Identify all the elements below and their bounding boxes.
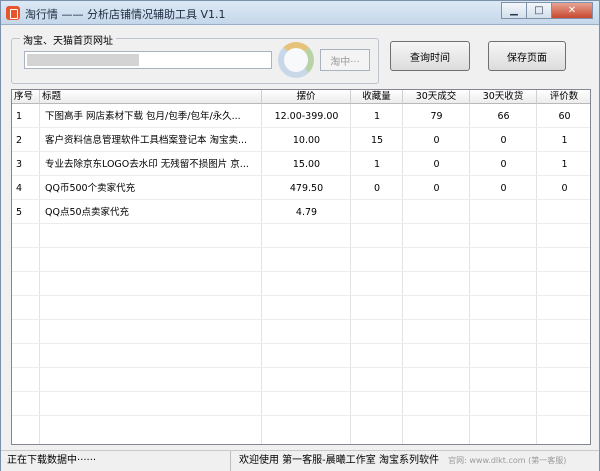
table-cell: 479.50 xyxy=(289,183,324,194)
window-controls: ▁ □ ✕ xyxy=(501,2,593,19)
table-cell: 0 xyxy=(373,183,381,194)
table-cell: 79 xyxy=(430,111,443,122)
table-cell: 0 xyxy=(500,183,507,194)
table-cell: 0 xyxy=(433,159,440,170)
table-cell[interactable]: QQ点50点卖家代充 xyxy=(45,201,259,224)
status-text: 正在下载数据中······ xyxy=(1,451,231,471)
url-groupbox: 淘宝、天猫首页网址 淘中··· xyxy=(11,32,379,84)
table-cell: 1 xyxy=(16,111,23,122)
grid-line xyxy=(12,271,590,272)
table-cell: 4 xyxy=(16,183,23,194)
query-time-button[interactable]: 查询时间 xyxy=(390,41,470,71)
grid-line xyxy=(12,295,590,296)
status-info: 欢迎使用 第一客服-晨曦工作室 淘宝系列软件 官网: www.dlkt.com … xyxy=(239,451,594,471)
maximize-button[interactable]: □ xyxy=(526,2,552,19)
grid-line xyxy=(12,247,590,248)
table-cell: 1 xyxy=(561,135,568,146)
table-cell: 15.00 xyxy=(292,159,321,170)
column-header-reviews[interactable]: 评价数 xyxy=(537,90,590,104)
url-redacted-text xyxy=(27,54,139,66)
grid-line xyxy=(12,415,590,416)
table-cell[interactable]: 专业去除京东LOGO去水印 无残留不损图片 京... xyxy=(45,153,259,176)
column-header-30d-sales[interactable]: 30天成交 xyxy=(403,90,470,104)
save-page-button[interactable]: 保存页面 xyxy=(488,41,566,71)
table-cell[interactable]: QQ币500个卖家代充 xyxy=(45,177,259,200)
grid-line xyxy=(12,367,590,368)
table-cell xyxy=(403,201,470,224)
fetch-button[interactable]: 淘中··· xyxy=(320,49,370,71)
url-group-label: 淘宝、天猫首页网址 xyxy=(20,32,116,47)
table-cell: 2 xyxy=(16,135,23,146)
grid-line xyxy=(39,104,40,444)
table-cell: 1 xyxy=(561,159,568,170)
app-logo-icon xyxy=(6,6,20,20)
status-bar: 正在下载数据中······ 欢迎使用 第一客服-晨曦工作室 淘宝系列软件 官网:… xyxy=(1,450,599,471)
app-window: 淘行情 —— 分析店铺情况辅助工具 V1.1 ▁ □ ✕ 淘宝、天猫首页网址 淘… xyxy=(0,0,600,471)
column-header-favorites[interactable]: 收藏量 xyxy=(351,90,403,104)
results-table[interactable]: 序号 标题 摆价 收藏量 30天成交 30天收货 评价数 1 下图高手 网店素材… xyxy=(11,89,591,445)
column-header-price[interactable]: 摆价 xyxy=(262,90,351,104)
grid-line xyxy=(12,391,590,392)
table-cell: 10.00 xyxy=(292,135,321,146)
table-cell[interactable]: 下图高手 网店素材下载 包月/包季/包年/永久... xyxy=(45,105,259,128)
shop-url-input[interactable] xyxy=(24,51,272,69)
table-cell: 0 xyxy=(433,183,440,194)
table-cell xyxy=(470,201,537,224)
table-cell: 0 xyxy=(500,159,507,170)
table-cell: 5 xyxy=(16,207,23,218)
close-button[interactable]: ✕ xyxy=(551,2,593,19)
table-cell: 0 xyxy=(500,135,507,146)
welcome-text: 欢迎使用 第一客服-晨曦工作室 淘宝系列软件 xyxy=(239,455,439,466)
table-cell: 1 xyxy=(373,159,381,170)
grid-line xyxy=(12,343,590,344)
title-bar[interactable]: 淘行情 —— 分析店铺情况辅助工具 V1.1 ▁ □ ✕ xyxy=(1,1,599,25)
table-cell: 1 xyxy=(373,111,381,122)
table-cell: 0 xyxy=(433,135,440,146)
column-header-index[interactable]: 序号 xyxy=(12,90,40,104)
table-cell: 3 xyxy=(16,159,23,170)
table-cell: 12.00-399.00 xyxy=(274,111,339,122)
table-cell: 15 xyxy=(370,135,384,146)
table-cell xyxy=(351,201,403,224)
table-cell[interactable]: 客户资料信息管理软件工具档案登记本 淘宝卖... xyxy=(45,129,259,152)
loading-spinner-icon xyxy=(278,42,314,78)
table-cell: 60 xyxy=(558,111,571,122)
column-header-title[interactable]: 标题 xyxy=(40,90,262,104)
minimize-button[interactable]: ▁ xyxy=(501,2,527,19)
table-cell xyxy=(537,201,590,224)
website-watermark: 官网: www.dlkt.com (第一客服) xyxy=(448,456,567,465)
table-cell: 0 xyxy=(561,183,568,194)
grid-line xyxy=(12,319,590,320)
table-cell: 66 xyxy=(497,111,510,122)
window-title: 淘行情 —— 分析店铺情况辅助工具 V1.1 xyxy=(25,8,226,21)
table-cell: 4.79 xyxy=(295,207,318,218)
column-header-30d-received[interactable]: 30天收货 xyxy=(470,90,537,104)
